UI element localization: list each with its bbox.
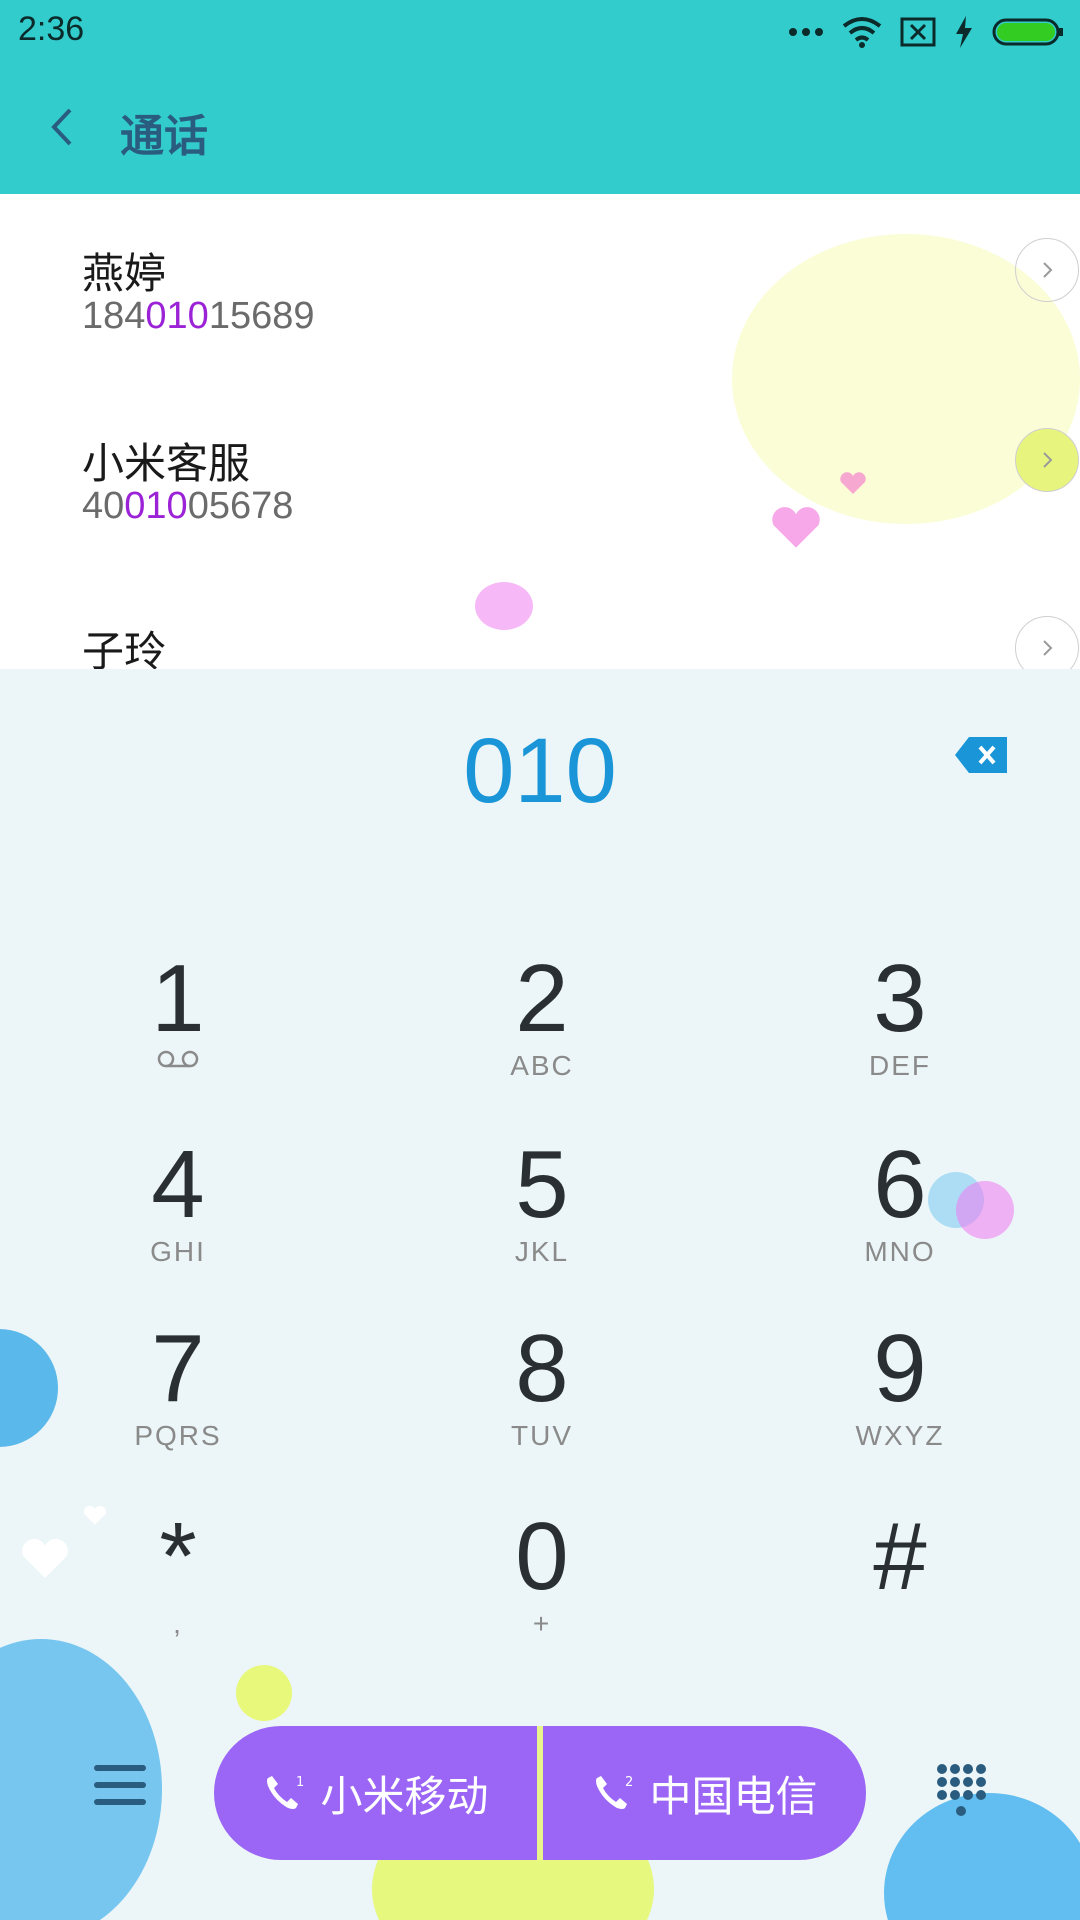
charging-icon: [956, 16, 972, 48]
dial-key-hash[interactable]: #: [790, 1507, 1010, 1667]
dial-key-star[interactable]: * ,: [68, 1507, 288, 1667]
page-title: 通话: [120, 111, 208, 162]
call-sim2-button[interactable]: 2 中国电信: [543, 1726, 866, 1860]
contact-results-list[interactable]: 燕婷 18401015689 小米客服 4001005678 子玲: [0, 194, 1080, 669]
list-item[interactable]: 子玲: [82, 616, 1079, 669]
voicemail-icon: [157, 1050, 199, 1068]
dialer-panel: 010 1 2 ABC 3 DEF 4 GHI 5 JKL 6 MNO 7 PQ…: [0, 669, 1080, 1920]
chevron-right-icon: [1043, 452, 1053, 468]
status-bar: 2:36: [0, 0, 1080, 62]
battery-icon: [992, 18, 1063, 46]
sim2-carrier-label: 中国电信: [649, 1771, 818, 1821]
status-time: 2:36: [18, 10, 85, 48]
more-dots-icon: [789, 28, 823, 36]
dial-key-0[interactable]: 0 +: [432, 1507, 652, 1667]
heart-icon: [22, 1538, 68, 1578]
dial-key-1[interactable]: 1: [68, 949, 288, 1109]
contact-number: 18401015689: [82, 295, 315, 337]
status-icons: [788, 12, 1064, 52]
app-bar: 通话: [0, 62, 1080, 194]
wifi-icon: [842, 17, 882, 48]
svg-text:2: 2: [625, 1775, 633, 1790]
dial-key-3[interactable]: 3 DEF: [790, 949, 1010, 1109]
dial-key-8[interactable]: 8 TUV: [432, 1319, 652, 1479]
phone-sim1-icon: 1: [267, 1775, 305, 1809]
contact-number: 4001005678: [82, 485, 294, 527]
dial-key-4[interactable]: 4 GHI: [68, 1135, 288, 1295]
chevron-right-icon: [1043, 640, 1053, 656]
phone-sim2-icon: 2: [596, 1775, 634, 1809]
call-button-group: 1 小米移动 2 中国电信: [214, 1726, 866, 1860]
dial-key-7[interactable]: 7 PQRS: [68, 1319, 288, 1479]
list-item[interactable]: 燕婷 18401015689: [82, 238, 1079, 370]
back-arrow-icon[interactable]: [40, 102, 90, 152]
dial-key-2[interactable]: 2 ABC: [432, 949, 652, 1109]
menu-icon[interactable]: [92, 1761, 148, 1809]
contact-detail-button[interactable]: [1015, 428, 1079, 492]
backspace-icon[interactable]: [953, 735, 1009, 775]
sim-missing-icon: [900, 17, 936, 47]
list-item[interactable]: 小米客服 4001005678: [82, 428, 1079, 560]
dial-key-9[interactable]: 9 WXYZ: [790, 1319, 1010, 1479]
decor-circle: [236, 1665, 292, 1721]
dial-input-display: 010: [463, 720, 617, 822]
contact-name: 燕婷: [82, 249, 167, 298]
contact-detail-button[interactable]: [1015, 616, 1079, 669]
dial-key-6[interactable]: 6 MNO: [790, 1135, 1010, 1295]
decor-circle: [0, 1329, 58, 1447]
contact-name: 子玲: [82, 627, 167, 669]
chevron-right-icon: [1043, 262, 1053, 278]
svg-text:1: 1: [296, 1775, 304, 1790]
contact-name: 小米客服: [82, 439, 251, 488]
call-sim1-button[interactable]: 1 小米移动: [214, 1726, 537, 1860]
contact-detail-button[interactable]: [1015, 238, 1079, 302]
dial-key-5[interactable]: 5 JKL: [432, 1135, 652, 1295]
sim1-carrier-label: 小米移动: [320, 1771, 489, 1821]
dialpad-toggle-icon[interactable]: [936, 1763, 986, 1819]
